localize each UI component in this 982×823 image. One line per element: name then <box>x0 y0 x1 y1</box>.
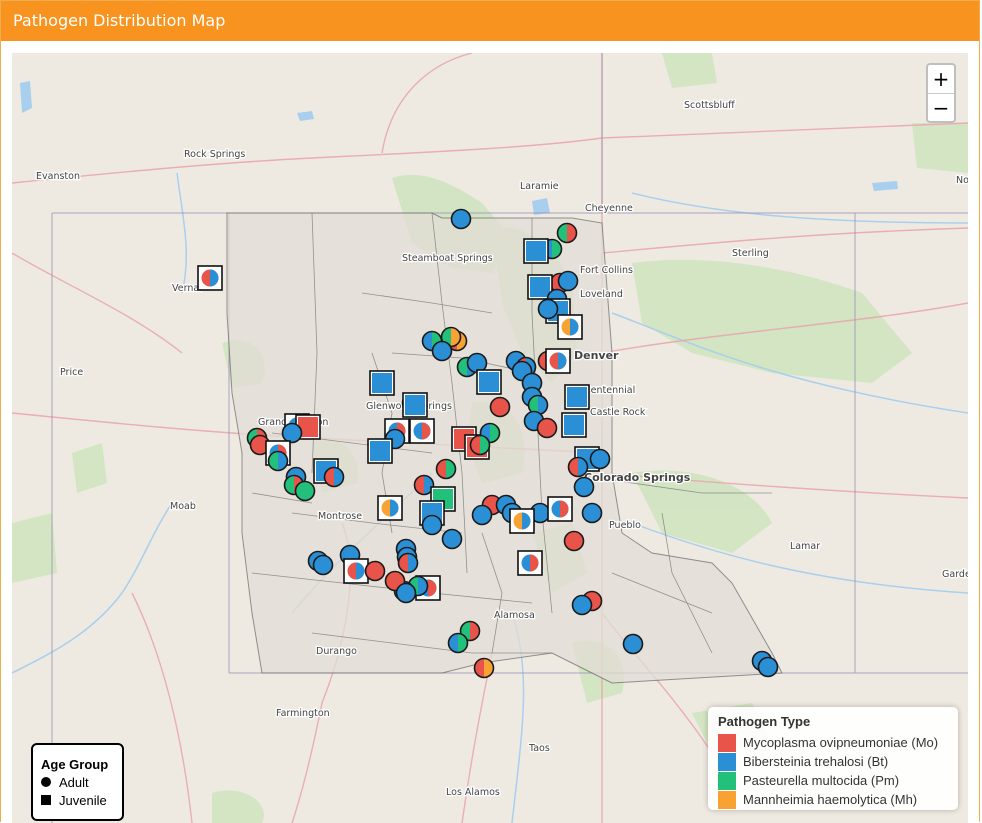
adult-label: Adult <box>59 774 89 790</box>
adult-sample-marker[interactable] <box>571 594 593 616</box>
adult-sample-marker[interactable] <box>397 552 419 574</box>
juvenile-sample-marker[interactable] <box>402 392 428 418</box>
adult-sample-marker[interactable] <box>489 396 511 418</box>
city-label: Price <box>60 367 83 378</box>
adult-sample-marker[interactable] <box>556 222 578 244</box>
legend-item-mh: Mannheimia haemolytica (Mh) <box>718 790 948 809</box>
adult-sample-marker[interactable] <box>757 656 779 678</box>
juvenile-sample-marker[interactable] <box>545 348 571 374</box>
adult-sample-marker[interactable] <box>469 434 491 456</box>
legend-item-label: Pasteurella multocida (Pm) <box>743 773 900 788</box>
juvenile-sample-marker[interactable] <box>509 508 535 534</box>
juvenile-sample-marker[interactable] <box>564 384 590 410</box>
adult-sample-marker[interactable] <box>267 450 289 472</box>
adult-sample-marker[interactable] <box>447 632 469 654</box>
adult-sample-marker[interactable] <box>294 480 316 502</box>
adult-sample-marker[interactable] <box>622 633 644 655</box>
juvenile-sample-marker[interactable] <box>343 558 369 584</box>
city-label: Taos <box>528 743 550 754</box>
age-legend-title: Age Group <box>41 757 109 772</box>
city-label: Durango <box>316 646 357 657</box>
pathogen-type-legend: Pathogen Type Mycoplasma ovipneumoniae (… <box>708 707 958 810</box>
adult-sample-marker[interactable] <box>312 554 334 576</box>
adult-sample-marker[interactable] <box>450 208 472 230</box>
legend-item-bt: Bibersteinia trehalosi (Bt) <box>718 752 948 771</box>
mo-swatch <box>718 733 736 752</box>
juvenile-sample-marker[interactable] <box>377 495 403 521</box>
juvenile-sample-marker[interactable] <box>523 238 549 264</box>
juvenile-sample-marker[interactable] <box>367 438 393 464</box>
city-label: Colorado Springs <box>584 471 691 484</box>
adult-sample-marker[interactable] <box>395 582 417 604</box>
adult-sample-marker[interactable] <box>589 448 611 470</box>
city-label: Alamosa <box>494 610 535 621</box>
city-label: Moab <box>170 501 196 512</box>
city-label: Farmington <box>276 708 330 719</box>
juvenile-sample-marker[interactable] <box>517 550 543 576</box>
legend-item-label: Bibersteinia trehalosi (Bt) <box>743 754 889 769</box>
juvenile-label: Juvenile <box>59 792 107 808</box>
city-label: Castle Rock <box>590 407 646 418</box>
city-label: Cheyenne <box>585 203 633 214</box>
legend-item-label: Mycoplasma ovipneumoniae (Mo) <box>743 735 939 750</box>
juvenile-sample-marker[interactable] <box>476 369 502 395</box>
legend-item-label: Mannheimia haemolytica (Mh) <box>743 792 918 807</box>
adult-sample-marker[interactable] <box>581 502 603 524</box>
adult-sample-marker[interactable] <box>473 657 495 679</box>
adult-sample-marker[interactable] <box>471 504 493 526</box>
city-label: Steamboat Springs <box>402 253 493 264</box>
adult-sample-marker[interactable] <box>537 298 559 320</box>
city-label: Rock Springs <box>184 149 245 160</box>
legend-juvenile: Juvenile <box>41 791 114 809</box>
city-label: Montrose <box>318 511 362 522</box>
pathogen-legend-title: Pathogen Type <box>718 714 811 729</box>
adult-sample-marker[interactable] <box>573 476 595 498</box>
city-label: Los Alamos <box>446 787 500 798</box>
bt-swatch <box>718 752 736 771</box>
juvenile-sample-marker[interactable] <box>557 314 583 340</box>
mh-swatch <box>718 790 736 809</box>
city-label: North Platte <box>956 175 968 186</box>
city-label: Fort Collins <box>580 265 633 276</box>
zoom-out-button[interactable]: − <box>928 93 954 122</box>
juvenile-sample-marker[interactable] <box>197 265 223 291</box>
city-label: Lamar <box>790 541 820 552</box>
adult-sample-marker[interactable] <box>323 466 345 488</box>
city-label: Scottsbluff <box>684 100 735 111</box>
panel-title: Pathogen Distribution Map <box>1 1 979 41</box>
square-icon <box>41 795 51 805</box>
juvenile-sample-marker[interactable] <box>369 370 395 396</box>
juvenile-sample-marker[interactable] <box>547 496 573 522</box>
city-label: Centennial <box>584 385 635 396</box>
adult-sample-marker[interactable] <box>536 417 558 439</box>
city-label: Laramie <box>520 181 559 192</box>
legend-item-pm: Pasteurella multocida (Pm) <box>718 771 948 790</box>
city-label: Denver <box>574 349 619 362</box>
city-label: Evanston <box>36 171 80 182</box>
zoom-control: + − <box>926 63 956 123</box>
adult-sample-marker[interactable] <box>441 528 463 550</box>
map-panel: Pathogen Distribution Map Rock Springs E… <box>0 0 980 823</box>
adult-sample-marker[interactable] <box>567 456 589 478</box>
adult-sample-marker[interactable] <box>421 514 443 536</box>
adult-sample-marker[interactable] <box>563 530 585 552</box>
city-label: Pueblo <box>609 520 641 531</box>
adult-sample-marker[interactable] <box>431 340 453 362</box>
juvenile-sample-marker[interactable] <box>409 418 435 444</box>
city-label: Sterling <box>732 248 769 259</box>
age-group-legend: Age Group Adult Juvenile <box>31 743 124 821</box>
adult-sample-marker[interactable] <box>435 458 457 480</box>
adult-sample-marker[interactable] <box>364 560 386 582</box>
circle-icon <box>41 777 51 787</box>
legend-item-mo: Mycoplasma ovipneumoniae (Mo) <box>718 733 948 752</box>
juvenile-sample-marker[interactable] <box>561 412 587 438</box>
adult-sample-marker[interactable] <box>281 422 303 444</box>
city-label: Loveland <box>580 289 623 300</box>
legend-adult: Adult <box>41 773 114 791</box>
adult-sample-marker[interactable] <box>557 270 579 292</box>
city-label: Garden City <box>942 569 968 580</box>
pm-swatch <box>718 771 736 790</box>
zoom-in-button[interactable]: + <box>928 65 954 93</box>
